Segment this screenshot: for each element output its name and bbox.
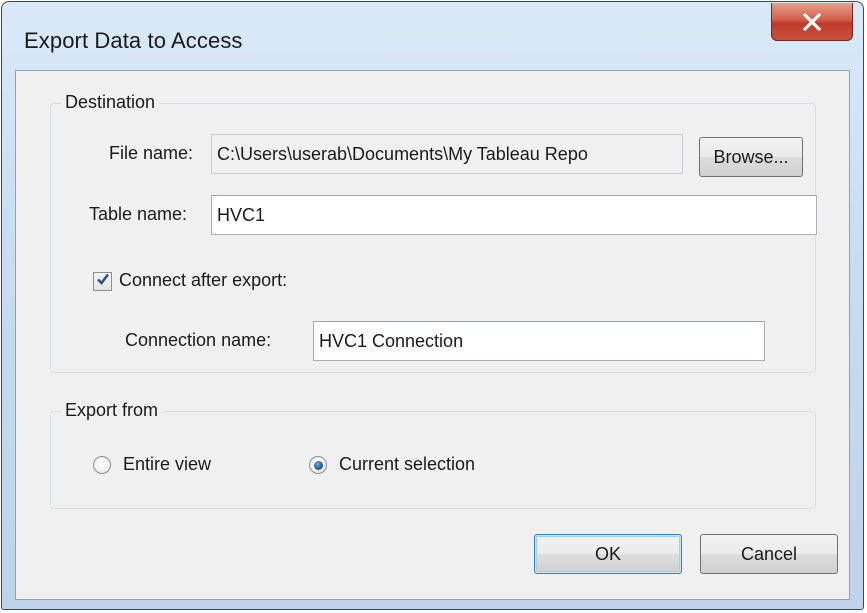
connect-after-export-checkbox[interactable] <box>93 272 112 291</box>
destination-group-label: Destination <box>61 92 160 113</box>
radio-selected-dot <box>313 460 323 470</box>
close-button[interactable] <box>771 3 853 41</box>
table-name-label: Table name: <box>89 204 188 224</box>
entire-view-radio[interactable] <box>93 456 111 474</box>
close-x-icon <box>802 12 822 31</box>
dialog-body: Destination File name: C:\Users\userab\D… <box>15 70 850 600</box>
entire-view-label[interactable]: Entire view <box>123 454 211 475</box>
export-dialog-window: Export Data to Access Destination File n… <box>1 1 864 610</box>
dialog-title: Export Data to Access <box>24 28 243 53</box>
current-selection-radio[interactable] <box>309 456 327 474</box>
connection-name-field[interactable]: HVC1 Connection <box>313 321 765 361</box>
export-from-group-label: Export from <box>61 400 163 421</box>
browse-button[interactable]: Browse... <box>699 137 803 177</box>
cancel-button[interactable]: Cancel <box>700 534 838 574</box>
file-name-label: File name: <box>109 143 194 163</box>
connect-after-export-label[interactable]: Connect after export: <box>119 270 287 291</box>
export-from-group: Export from Entire view Current selectio… <box>50 400 816 509</box>
destination-group: Destination File name: C:\Users\userab\D… <box>50 92 817 373</box>
current-selection-label[interactable]: Current selection <box>339 454 475 475</box>
ok-button[interactable]: OK <box>534 534 682 574</box>
title-bar[interactable]: Export Data to Access <box>2 2 863 74</box>
checkmark-icon <box>96 272 110 291</box>
connection-name-label: Connection name: <box>125 330 272 350</box>
table-name-field[interactable]: HVC1 <box>211 195 817 235</box>
file-name-field[interactable]: C:\Users\userab\Documents\My Tableau Rep… <box>211 134 683 174</box>
